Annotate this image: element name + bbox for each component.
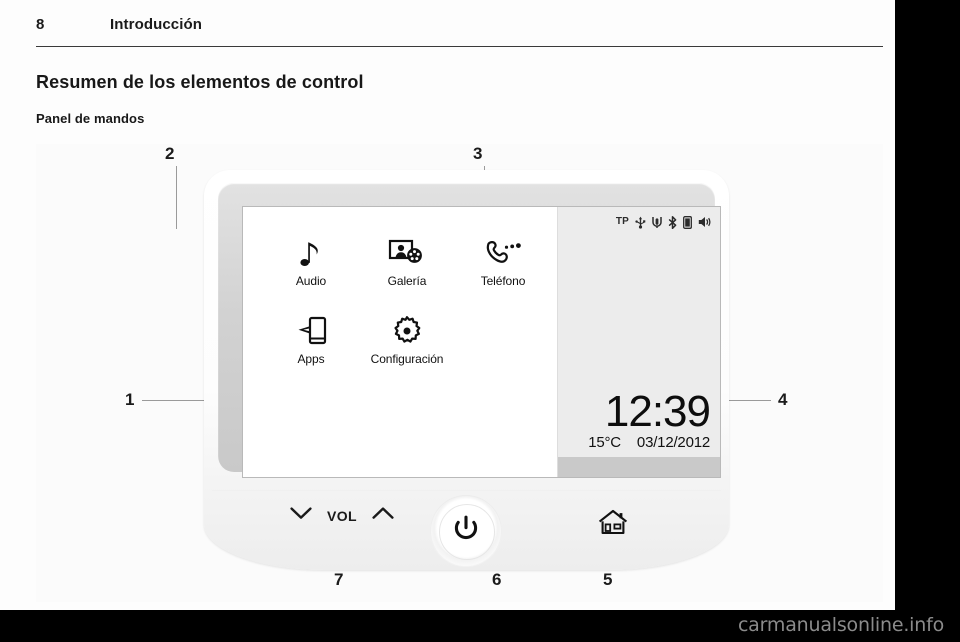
callout-2-leader [176, 166, 177, 229]
app-label: Audio [295, 274, 327, 288]
section-heading: Resumen de los elementos de control [36, 72, 364, 92]
side-panel-footer-bar [558, 457, 720, 477]
app-label: Teléfono [480, 274, 526, 288]
panel-de-mandos-figure: 2 3 1 4 7 6 5 Audio Galería Teléfono App… [36, 144, 883, 602]
app-tile-apps[interactable]: Apps [263, 311, 359, 389]
callout-2-label: 2 [165, 144, 175, 163]
callout-5-label: 5 [603, 570, 613, 589]
page-canvas: 8 Introducción Resumen de los elementos … [0, 0, 960, 642]
page-number: 8 [36, 16, 45, 33]
page-sheet: 8 Introducción Resumen de los elementos … [0, 0, 895, 610]
power-icon [453, 515, 479, 548]
bluetooth-icon [668, 215, 677, 229]
subsection-heading: Panel de mandos [36, 111, 145, 126]
mute-microphone-icon [652, 216, 662, 228]
status-clock-panel: TP 12:39 15°C 03/12/2012 [557, 207, 720, 477]
running-head: 8 Introducción [36, 16, 881, 40]
device-bezel: Audio Galería Teléfono Apps Configuració… [218, 183, 721, 478]
callout-1-label: 1 [125, 390, 135, 409]
phone-handset-icon [483, 233, 523, 273]
home-icon [598, 509, 628, 541]
music-note-icon [298, 233, 324, 273]
callout-4-label: 4 [778, 390, 788, 409]
smartphone-hand-icon [293, 311, 329, 351]
phone-battery-icon [683, 215, 692, 229]
infotainment-head-unit: Audio Galería Teléfono Apps Configuració… [204, 170, 729, 570]
usb-icon [635, 216, 646, 229]
chevron-up-icon[interactable] [372, 507, 394, 525]
home-button[interactable] [596, 509, 630, 541]
power-button[interactable] [430, 495, 502, 567]
gear-icon [391, 311, 423, 351]
callout-3-label: 3 [473, 144, 483, 163]
app-grid: Audio Galería Teléfono Apps Configuració… [263, 233, 553, 389]
clock-block: 12:39 15°C 03/12/2012 [558, 386, 716, 451]
status-bar: TP [616, 215, 711, 229]
clock-meta: 15°C 03/12/2012 [558, 434, 710, 451]
clock-time: 12:39 [604, 386, 711, 436]
app-label: Configuración [370, 352, 444, 366]
app-label: Apps [297, 352, 325, 366]
tp-label: TP [615, 216, 629, 227]
header-divider [36, 46, 883, 47]
chevron-down-icon[interactable] [290, 507, 312, 525]
app-tile-configuracion[interactable]: Configuración [359, 311, 455, 389]
photo-film-icon [388, 233, 426, 273]
speaker-mute-icon [698, 217, 711, 227]
app-tile-telefono[interactable]: Teléfono [455, 233, 551, 311]
home-menu-panel: Audio Galería Teléfono Apps Configuració… [243, 207, 559, 477]
app-label: Galería [387, 274, 427, 288]
app-tile-galeria[interactable]: Galería [359, 233, 455, 311]
watermark: carmanualsonline.info [737, 614, 944, 636]
chapter-title: Introducción [110, 16, 203, 33]
clock-date: 03/12/2012 [636, 434, 710, 451]
outside-temperature: 15°C [588, 434, 621, 451]
volume-control-group: VOL [290, 507, 394, 525]
callout-6-label: 6 [492, 570, 502, 589]
physical-controls: VOL [204, 495, 729, 567]
volume-label: VOL [327, 508, 357, 524]
callout-7-label: 7 [334, 570, 344, 589]
app-tile-audio[interactable]: Audio [263, 233, 359, 311]
display-screen[interactable]: Audio Galería Teléfono Apps Configuració… [242, 206, 721, 478]
